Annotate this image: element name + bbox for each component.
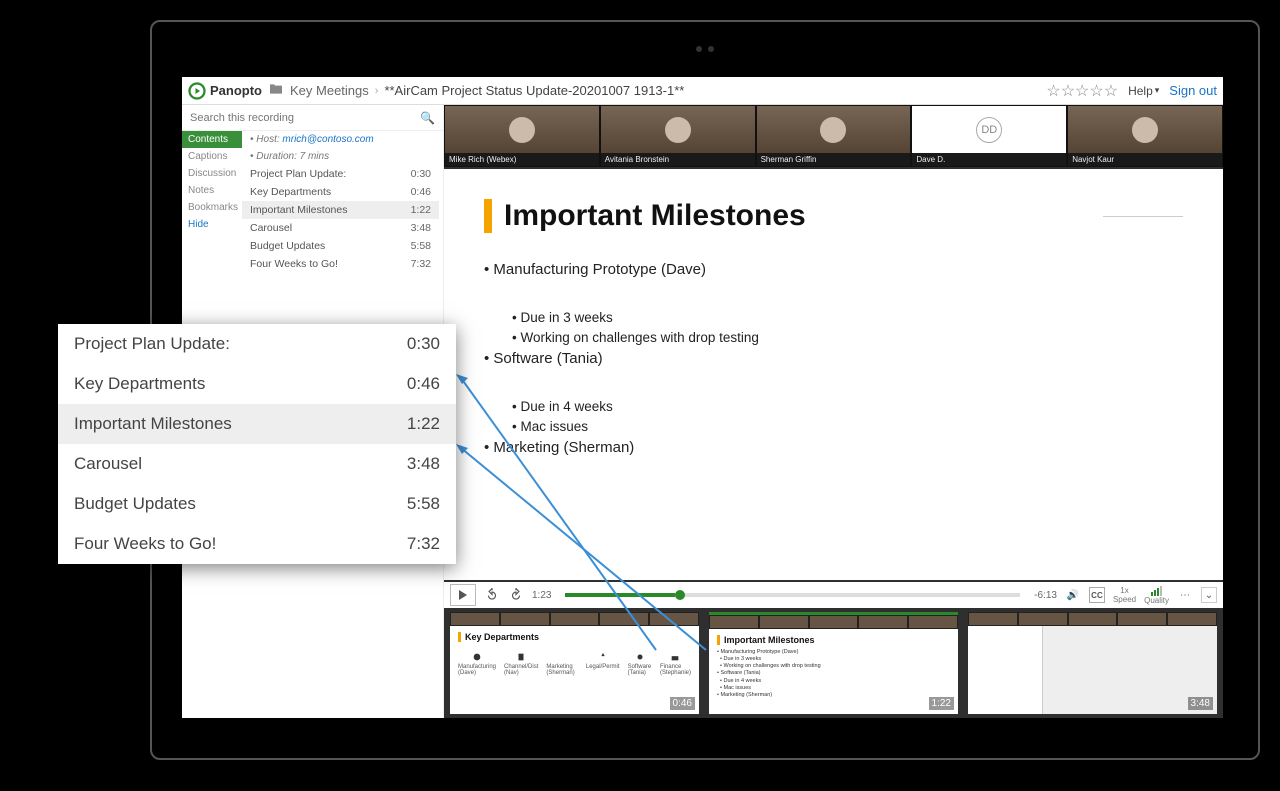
participant-0[interactable]: Mike Rich (Webex) — [444, 105, 600, 167]
nav-notes[interactable]: Notes — [182, 182, 242, 199]
accent-bar — [484, 199, 492, 233]
more-menu-button[interactable]: ⋯ — [1177, 587, 1193, 603]
thumbnail-2[interactable]: 3:48 — [968, 612, 1217, 714]
nav-captions[interactable]: Captions — [182, 148, 242, 165]
breadcrumb-title: **AirCam Project Status Update-20201007 … — [384, 83, 684, 98]
toc-zoom-popout: Project Plan Update:0:30 Key Departments… — [58, 324, 456, 564]
thumb-time-2: 3:48 — [1188, 697, 1213, 710]
participant-strip: Mike Rich (Webex) Avitania Bronstein She… — [444, 105, 1223, 167]
toc-item-5[interactable]: Four Weeks to Go!7:32 — [242, 255, 439, 273]
nav-hide[interactable]: Hide — [182, 216, 242, 233]
breadcrumb-folder[interactable]: Key Meetings — [290, 83, 369, 98]
participant-1[interactable]: Avitania Bronstein — [600, 105, 756, 167]
search-bar[interactable]: 🔍 — [182, 105, 443, 131]
rewind-10-button[interactable] — [484, 587, 500, 603]
thumbnail-1[interactable]: Important Milestones • Manufacturing Pro… — [709, 612, 958, 714]
avatar-initials: DD — [976, 117, 1002, 143]
sign-out-link[interactable]: Sign out — [1169, 83, 1217, 98]
volume-button[interactable]: 🔊 — [1065, 587, 1081, 603]
popout-item-1[interactable]: Key Departments0:46 — [58, 364, 456, 404]
play-button[interactable] — [450, 584, 476, 606]
collapse-button[interactable]: ⌄ — [1201, 587, 1217, 603]
header-bar: Panopto Key Meetings › **AirCam Project … — [182, 77, 1223, 105]
toc-item-0[interactable]: Project Plan Update:0:30 — [242, 165, 439, 183]
slide-decoration — [1103, 201, 1183, 217]
nav-contents[interactable]: Contents — [182, 131, 242, 148]
rating-stars[interactable]: ☆☆☆☆☆ — [1046, 81, 1118, 101]
panopto-logo[interactable]: Panopto — [188, 82, 262, 100]
tablet-camera — [690, 44, 720, 54]
chevron-right-icon: › — [375, 85, 379, 97]
popout-item-2[interactable]: Important Milestones1:22 — [58, 404, 456, 444]
toc-item-4[interactable]: Budget Updates5:58 — [242, 237, 439, 255]
thumb-time-0: 0:46 — [670, 697, 695, 710]
progress-bar[interactable] — [565, 593, 1020, 597]
popout-item-5[interactable]: Four Weeks to Go!7:32 — [58, 524, 456, 564]
host-email-link[interactable]: mrich@contoso.com — [282, 134, 373, 145]
speed-button[interactable]: 1xSpeed — [1113, 587, 1136, 604]
nav-discussion[interactable]: Discussion — [182, 165, 242, 182]
slide-area: Important Milestones Manufacturing Proto… — [444, 169, 1223, 580]
time-remaining: -6:13 — [1034, 590, 1057, 601]
toc-item-2[interactable]: Important Milestones1:22 — [242, 201, 439, 219]
meta-host: • Host: mrich@contoso.com — [242, 131, 439, 148]
thumb-time-1: 1:22 — [929, 697, 954, 710]
slide-title: Important Milestones — [484, 199, 1183, 233]
popout-item-3[interactable]: Carousel3:48 — [58, 444, 456, 484]
player-controls: 1:23 -6:13 🔊 CC 1xSpeed Quality ⋯ ⌄ — [444, 582, 1223, 608]
popout-item-4[interactable]: Budget Updates5:58 — [58, 484, 456, 524]
thumbnail-0[interactable]: Key Departments Manufacturing (Dave) Cha… — [450, 612, 699, 714]
progress-knob[interactable] — [675, 590, 685, 600]
search-input[interactable] — [190, 112, 420, 124]
forward-10-button[interactable] — [508, 587, 524, 603]
help-menu[interactable]: Help▾ — [1128, 84, 1159, 98]
thumbnail-strip: Key Departments Manufacturing (Dave) Cha… — [444, 608, 1223, 718]
search-icon[interactable]: 🔍 — [420, 111, 435, 125]
toc-item-1[interactable]: Key Departments0:46 — [242, 183, 439, 201]
participant-4[interactable]: Navjot Kaur — [1067, 105, 1223, 167]
folder-icon[interactable] — [268, 81, 284, 100]
meta-duration: • Duration: 7 mins — [242, 148, 439, 165]
participant-2[interactable]: Sherman Griffin — [756, 105, 912, 167]
time-current: 1:23 — [532, 590, 551, 601]
toc-item-3[interactable]: Carousel3:48 — [242, 219, 439, 237]
cc-button[interactable]: CC — [1089, 587, 1105, 603]
slide-content: Manufacturing Prototype (Dave) Due in 3 … — [484, 259, 1183, 460]
main-panel: Mike Rich (Webex) Avitania Bronstein She… — [444, 105, 1223, 718]
quality-button[interactable]: Quality — [1144, 586, 1169, 605]
nav-bookmarks[interactable]: Bookmarks — [182, 199, 242, 216]
brand-text: Panopto — [210, 83, 262, 98]
popout-item-0[interactable]: Project Plan Update:0:30 — [58, 324, 456, 364]
participant-3[interactable]: DDDave D. — [911, 105, 1067, 167]
